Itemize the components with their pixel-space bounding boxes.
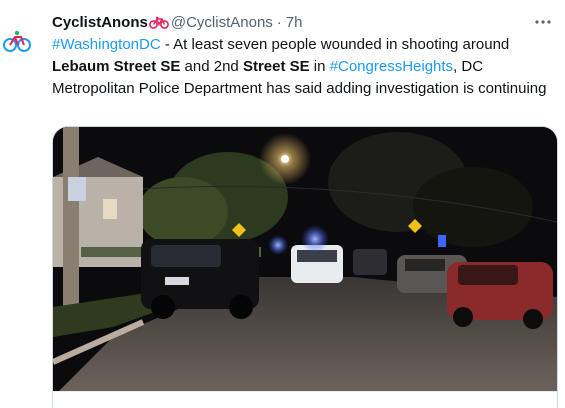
avatar[interactable]: [0, 24, 34, 58]
tweet-text-part: in: [309, 58, 330, 75]
tweet-text-part: - At least seven people wounded in shoot…: [160, 36, 510, 53]
tweet-header: CyclistAnons @CyclistAnons · 7h: [52, 11, 565, 33]
cyclist-logo-icon: [3, 30, 31, 52]
media-card-footer: [52, 391, 558, 408]
more-horizontal-icon: [535, 20, 551, 24]
bold-street-2: Street SE: [242, 58, 310, 75]
hashtag-washingtondc[interactable]: #WashingtonDC: [52, 36, 161, 53]
night-street-photo: [53, 127, 557, 397]
separator-dot: ·: [276, 13, 282, 31]
timestamp[interactable]: 7h: [286, 14, 303, 31]
tweet-text-part: and 2nd: [180, 58, 243, 75]
display-name[interactable]: CyclistAnons: [52, 14, 148, 31]
bicycle-emoji-icon: [148, 15, 169, 29]
hashtag-congressheights[interactable]: #CongressHeights: [330, 58, 453, 75]
tweet-text: #WashingtonDC - At least seven people wo…: [52, 34, 552, 100]
bold-street-1: Lebaum Street SE: [52, 58, 181, 75]
tweet-photo[interactable]: [52, 126, 558, 397]
user-handle[interactable]: @CyclistAnons: [171, 14, 273, 31]
more-options-button[interactable]: [531, 10, 555, 34]
